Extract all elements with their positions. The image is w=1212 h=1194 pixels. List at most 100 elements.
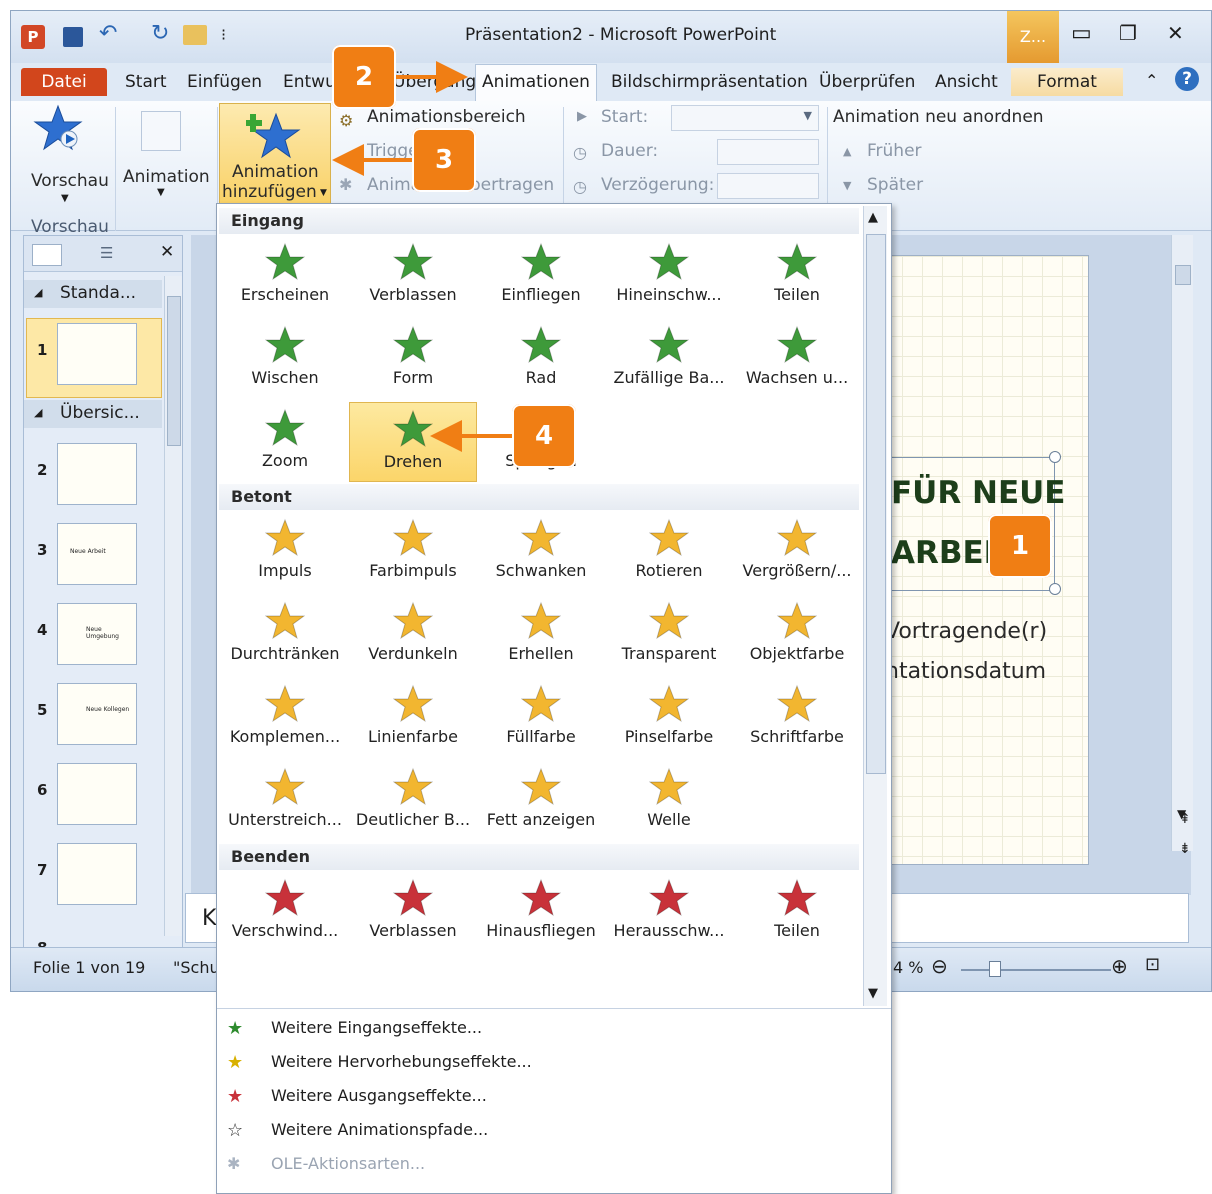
effect-eingang-2[interactable]: Einfliegen [477,236,605,316]
editor-scrollbar[interactable]: ▼ [1171,235,1193,851]
effect-betont-8[interactable]: Transparent [605,595,733,675]
tab-uebergaenge[interactable]: Übergänge [393,68,487,96]
effect-betont-13[interactable]: Pinselfarbe [605,678,733,758]
panel-scroll-thumb[interactable] [167,296,181,446]
resize-handle[interactable] [1049,583,1061,595]
more-motion-paths[interactable]: Weitere Animationspfade... [271,1120,488,1139]
prev-slide-icon[interactable]: ⇞ [1179,811,1191,827]
gallery-scroll-up-icon[interactable]: ▲ [868,210,878,225]
tab-format[interactable]: Format [1011,68,1123,96]
effect-eingang-6[interactable]: Form [349,319,477,399]
fit-window-icon[interactable]: ⊡ [1145,954,1160,975]
effect-eingang-4[interactable]: Teilen [733,236,861,316]
tab-start[interactable]: Start [125,68,167,96]
minimize-icon[interactable]: ▭ [1071,21,1092,46]
more-emphasis-effects[interactable]: Weitere Hervorhebungseffekte... [271,1052,532,1071]
more-exit-effects[interactable]: Weitere Ausgangseffekte... [271,1086,487,1105]
animation-button[interactable]: Animation [123,167,210,187]
section-header-2[interactable]: ◢ Übersic... [24,400,162,428]
resize-handle[interactable] [1049,451,1061,463]
next-slide-icon[interactable]: ⇟ [1179,841,1191,857]
slide-thumbnail[interactable] [57,443,137,505]
slides-tab[interactable] [32,244,62,266]
slide-thumbnail[interactable]: Neue Arbeit [57,523,137,585]
slide-thumbnail[interactable] [57,843,137,905]
effect-eingang-10[interactable]: Zoom [221,402,349,482]
save-icon[interactable] [63,27,83,47]
dauer-spinner[interactable] [717,139,819,165]
effect-betont-0[interactable]: Impuls [221,512,349,592]
effect-betont-12[interactable]: Füllfarbe [477,678,605,758]
tab-ueberpruefen[interactable]: Überprüfen [819,68,915,96]
effect-betont-10[interactable]: Komplemen... [221,678,349,758]
spaeter-button[interactable]: Später [867,175,923,195]
gallery-scrollbar[interactable]: ▲ ▼ [863,206,887,1006]
maximize-icon[interactable]: ❐ [1119,21,1137,45]
gallery-scroll-thumb[interactable] [866,234,886,774]
effect-betont-2[interactable]: Schwanken [477,512,605,592]
ole-action-verbs[interactable]: OLE-Aktionsarten... [271,1154,425,1173]
effect-eingang-8[interactable]: Zufällige Ba... [605,319,733,399]
effect-eingang-5[interactable]: Wischen [221,319,349,399]
zoom-in-icon[interactable]: ⊕ [1111,954,1128,978]
close-icon[interactable]: ✕ [1167,21,1184,45]
effect-eingang-1[interactable]: Verblassen [349,236,477,316]
effect-eingang-7[interactable]: Rad [477,319,605,399]
open-folder-icon[interactable] [183,25,207,45]
frueher-button[interactable]: Früher [867,141,922,161]
zoom-out-icon[interactable]: ⊖ [931,954,948,978]
powerpoint-logo-icon[interactable]: P [21,25,45,49]
effect-betont-4[interactable]: Vergrößern/... [733,512,861,592]
effect-beenden-3[interactable]: Herausschw... [605,872,733,952]
zoom-level[interactable]: 4 % [893,958,923,977]
effect-beenden-1[interactable]: Verblassen [349,872,477,952]
effect-betont-7[interactable]: Erhellen [477,595,605,675]
effect-betont-14[interactable]: Schriftfarbe [733,678,861,758]
effect-eingang-9[interactable]: Wachsen u... [733,319,861,399]
effect-betont-17[interactable]: Fett anzeigen [477,761,605,841]
animation-dropdown-icon[interactable]: ▼ [157,187,165,198]
tab-datei[interactable]: Datei [21,68,107,96]
effect-betont-5[interactable]: Durchtränken [221,595,349,675]
undo-icon[interactable]: ↶ [99,21,117,46]
gallery-scroll-down-icon[interactable]: ▼ [868,986,878,1001]
editor-scroll-thumb[interactable] [1175,265,1191,285]
animationsbereich-button[interactable]: Animationsbereich [367,107,526,127]
effect-betont-18[interactable]: Welle [605,761,733,841]
ribbon-minimize-icon[interactable]: ⌃ [1145,71,1158,90]
effect-betont-15[interactable]: Unterstreich... [221,761,349,841]
slide-thumbnail[interactable]: Neue Kollegen [57,683,137,745]
effect-beenden-2[interactable]: Hinausfliegen [477,872,605,952]
tab-einfuegen[interactable]: Einfügen [187,68,262,96]
effect-betont-3[interactable]: Rotieren [605,512,733,592]
add-animation-button[interactable]: Animation hinzufügen ▼ [219,103,331,213]
effect-eingang-0[interactable]: Erscheinen [221,236,349,316]
effect-betont-6[interactable]: Verdunkeln [349,595,477,675]
slide-thumbnail[interactable] [57,323,137,385]
effect-betont-1[interactable]: Farbimpuls [349,512,477,592]
verzoegerung-spinner[interactable] [717,173,819,199]
tab-bildschirmpraesentation[interactable]: Bildschirmpräsentation [611,68,808,96]
zoom-slider[interactable] [961,969,1111,971]
help-icon[interactable]: ? [1175,67,1199,91]
tab-animationen[interactable]: Animationen [475,64,597,101]
panel-close-icon[interactable]: ✕ [160,242,174,262]
section-header-1[interactable]: ◢ Standa... [24,280,162,308]
zoom-slider-thumb[interactable] [989,961,1001,977]
outline-tab-icon[interactable]: ☰ [100,244,113,262]
vorschau-dropdown-icon[interactable]: ▼ [61,193,69,204]
effect-betont-16[interactable]: Deutlicher B... [349,761,477,841]
effect-betont-11[interactable]: Linienfarbe [349,678,477,758]
effect-eingang-11[interactable]: Drehen [349,402,477,482]
redo-icon[interactable]: ↻ [151,21,169,46]
slide-thumbnail[interactable] [57,763,137,825]
tab-entwurf[interactable]: Entwu [283,68,336,96]
start-select[interactable]: ▼ [671,105,819,131]
customize-qat-icon[interactable]: ⁝ [221,25,226,44]
effect-beenden-0[interactable]: Verschwind... [221,872,349,952]
vorschau-button[interactable]: Vorschau [31,171,109,191]
slide-thumbnail[interactable]: Neue Umgebung [57,603,137,665]
tab-ansicht[interactable]: Ansicht [935,68,998,96]
panel-scrollbar[interactable] [164,276,182,936]
effect-eingang-3[interactable]: Hineinschw... [605,236,733,316]
